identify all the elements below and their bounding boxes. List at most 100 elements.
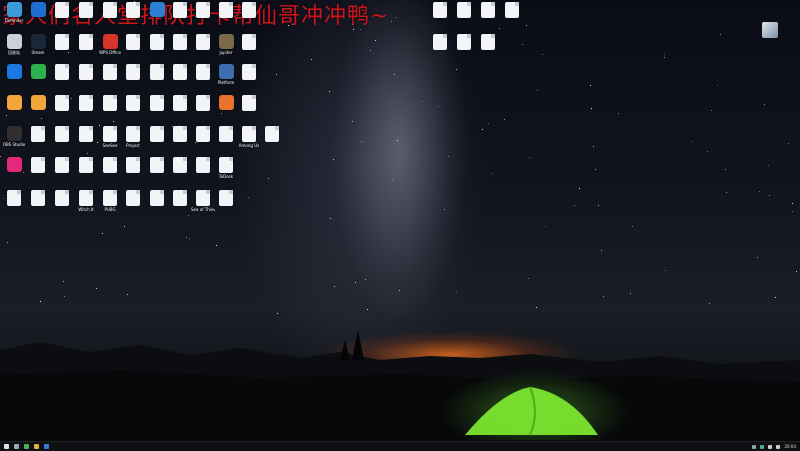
desktop-icon[interactable] bbox=[50, 34, 74, 51]
desktop-icon[interactable] bbox=[476, 2, 500, 19]
desktop-icon[interactable] bbox=[121, 190, 145, 207]
desktop-icon[interactable] bbox=[2, 190, 26, 207]
desktop-icon[interactable] bbox=[26, 157, 50, 174]
start-button[interactable] bbox=[4, 444, 9, 449]
desktop-icon[interactable] bbox=[50, 64, 74, 81]
star bbox=[541, 53, 543, 55]
desktop-icon[interactable] bbox=[500, 2, 524, 19]
desktop-icon[interactable] bbox=[145, 157, 169, 174]
desktop-icon[interactable] bbox=[26, 64, 50, 80]
desktop-app-icon bbox=[126, 157, 140, 173]
desktop-icon[interactable] bbox=[98, 64, 122, 81]
desktop-icon[interactable] bbox=[145, 2, 169, 18]
desktop-icon[interactable] bbox=[121, 2, 145, 19]
desktop-icon[interactable] bbox=[98, 2, 122, 19]
taskbar-clock[interactable]: 20:04 bbox=[784, 444, 796, 449]
desktop-icon[interactable] bbox=[260, 126, 284, 143]
desktop-icon[interactable]: OBS Studio bbox=[2, 126, 26, 147]
desktop-icon[interactable] bbox=[168, 126, 192, 143]
desktop-icon[interactable] bbox=[74, 157, 98, 174]
folder-icon[interactable] bbox=[34, 444, 39, 449]
network-icon[interactable] bbox=[776, 444, 781, 449]
desktop-icon[interactable] bbox=[2, 64, 26, 80]
desktop-icon[interactable] bbox=[237, 34, 261, 51]
desktop-icon[interactable] bbox=[74, 2, 98, 19]
desktop-icon[interactable] bbox=[237, 64, 261, 81]
taskbar-app-icon[interactable] bbox=[44, 444, 49, 449]
star bbox=[277, 312, 279, 314]
desktop-icon[interactable]: SeeSee bbox=[98, 126, 122, 148]
desktop-icon[interactable] bbox=[26, 2, 50, 18]
desktop-icon[interactable] bbox=[50, 190, 74, 207]
desktop-icon[interactable] bbox=[145, 64, 169, 81]
desktop-icon[interactable] bbox=[98, 95, 122, 112]
desktop-app-icon bbox=[55, 64, 69, 80]
desktop-app-icon bbox=[150, 126, 164, 142]
desktop-icon[interactable] bbox=[191, 34, 215, 51]
desktop-icon[interactable] bbox=[428, 34, 452, 51]
desktop-icon[interactable] bbox=[50, 95, 74, 112]
search-icon[interactable] bbox=[14, 444, 19, 449]
desktop-icon[interactable] bbox=[191, 157, 215, 174]
tray-icon[interactable] bbox=[752, 444, 757, 449]
taskbar-app-icon[interactable] bbox=[24, 444, 29, 449]
desktop-icon[interactable]: Project bbox=[121, 126, 145, 148]
desktop-icon[interactable] bbox=[2, 157, 26, 173]
desktop-icon[interactable] bbox=[145, 126, 169, 143]
desktop-icon[interactable] bbox=[191, 64, 215, 81]
desktop-icon[interactable]: Jupiter bbox=[214, 34, 238, 55]
desktop-icon[interactable] bbox=[50, 157, 74, 174]
desktop-icon[interactable] bbox=[168, 157, 192, 174]
desktop-icon[interactable] bbox=[214, 126, 238, 143]
desktop-icon[interactable] bbox=[74, 64, 98, 81]
desktop-icon[interactable]: Among Us bbox=[237, 126, 261, 148]
desktop-icon[interactable] bbox=[50, 126, 74, 143]
desktop-icon[interactable] bbox=[74, 126, 98, 143]
desktop-icon[interactable] bbox=[476, 34, 500, 51]
desktop-icon[interactable]: Witch It bbox=[74, 190, 98, 212]
desktop-icon[interactable]: Sea of Thieves bbox=[191, 190, 215, 212]
desktop-icon[interactable] bbox=[191, 126, 215, 143]
desktop-icon[interactable]: Platform bbox=[214, 64, 238, 85]
desktop-app-icon bbox=[30, 34, 46, 49]
desktop-icon[interactable] bbox=[452, 2, 476, 19]
desktop-icon[interactable] bbox=[168, 2, 192, 19]
desktop-icon[interactable] bbox=[2, 95, 26, 111]
desktop-icon[interactable] bbox=[145, 95, 169, 112]
desktop-icon[interactable]: ToDesk bbox=[214, 157, 238, 179]
desktop-icon[interactable] bbox=[214, 95, 238, 111]
desktop-icon[interactable]: Defender bbox=[2, 2, 26, 23]
desktop-icon[interactable] bbox=[74, 95, 98, 112]
desktop-icon[interactable] bbox=[26, 95, 50, 111]
desktop-icon[interactable] bbox=[121, 64, 145, 81]
desktop-icon[interactable] bbox=[26, 190, 50, 207]
desktop-icon[interactable] bbox=[121, 157, 145, 174]
tray-icon[interactable] bbox=[760, 444, 765, 449]
desktop-icon[interactable] bbox=[145, 34, 169, 51]
desktop-icon[interactable] bbox=[121, 34, 145, 51]
desktop-icon[interactable] bbox=[214, 2, 238, 19]
network-drive-icon[interactable] bbox=[762, 22, 778, 38]
desktop-icon[interactable] bbox=[191, 2, 215, 19]
desktop-icon[interactable] bbox=[50, 2, 74, 19]
desktop-icon[interactable]: Steam bbox=[26, 34, 50, 55]
desktop-icon[interactable] bbox=[428, 2, 452, 19]
volume-icon[interactable] bbox=[768, 444, 773, 449]
desktop-icon[interactable] bbox=[26, 126, 50, 143]
desktop-icon[interactable] bbox=[168, 34, 192, 51]
desktop-icon[interactable] bbox=[452, 34, 476, 51]
desktop-icon[interactable] bbox=[237, 2, 261, 19]
desktop-icon[interactable] bbox=[237, 95, 261, 112]
desktop-icon[interactable] bbox=[74, 34, 98, 51]
desktop-icon[interactable]: WPS Office bbox=[98, 34, 122, 55]
desktop-icon[interactable] bbox=[168, 64, 192, 81]
desktop-icon[interactable] bbox=[191, 95, 215, 112]
desktop-icon[interactable]: PUBG bbox=[98, 190, 122, 212]
desktop-icon[interactable] bbox=[121, 95, 145, 112]
desktop-icon[interactable] bbox=[145, 190, 169, 207]
desktop-icon[interactable] bbox=[214, 190, 238, 207]
desktop-icon[interactable] bbox=[98, 157, 122, 174]
desktop-icon[interactable] bbox=[168, 190, 192, 207]
desktop-icon[interactable]: 回收站 bbox=[2, 34, 26, 55]
desktop-icon[interactable] bbox=[168, 95, 192, 112]
